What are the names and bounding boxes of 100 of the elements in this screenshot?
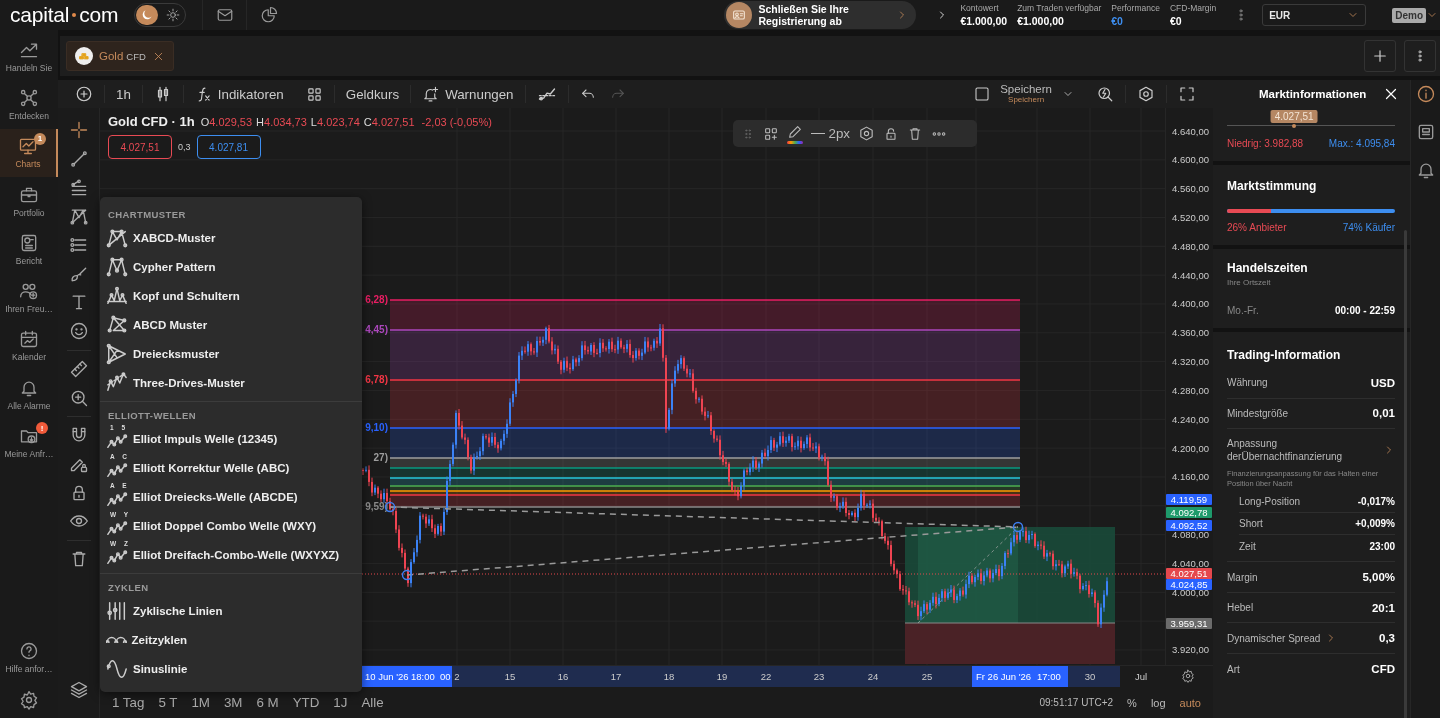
fibonacci-level-label: 9,10) [365,422,388,433]
settings-icon [19,690,39,710]
select-checkbox[interactable] [974,86,991,102]
nav-item[interactable]: Kalender [0,321,58,371]
help-button[interactable]: Hilfe anfor… [5,632,53,682]
sell-button[interactable]: 4.027,51 [108,135,172,159]
pattern-icon [68,206,89,227]
scale-toggle[interactable]: log [1150,696,1166,709]
high-price: Max.: 4.095,84 [1328,138,1395,149]
sellers-share: 26% Anbieter [1227,222,1287,233]
bell-plus-icon [422,85,440,103]
range-button[interactable]: Alle [361,695,384,710]
time-label: 17:00 [1037,670,1061,684]
nav-item[interactable]: Ihren Freu… [0,273,58,322]
settings-icon [1137,85,1155,103]
id-card-icon [731,7,748,23]
sun-icon [166,8,181,22]
price-tag: 4.092,78 [1166,507,1212,519]
add-button[interactable] [75,85,93,103]
fibonacci-level-label: 27) [373,452,388,463]
scale-toggle[interactable]: % [1127,696,1137,709]
more-button[interactable] [1404,40,1436,72]
clock: 09:51:17 UTC+2 [1039,697,1114,708]
save-button[interactable]: Speichern Speichern [1000,83,1052,105]
section-title: Handelszeiten [1227,261,1309,275]
currency-select[interactable]: EUR [1262,4,1367,26]
nav-item[interactable]: Alle Alarme [0,370,58,419]
info-label: Margin [1227,571,1258,583]
menu-item[interactable]: ABCD Muster [100,310,362,339]
menu-item[interactable]: Sinuslinie [100,654,362,683]
info-label: Währung [1227,377,1268,389]
range-button[interactable]: YTD [292,695,320,710]
buy-button[interactable]: 4.027,81 [196,135,261,159]
info-value: CFD [1371,663,1395,675]
nav-item[interactable]: Entdecken [0,80,58,129]
ohlc-value: H4.034,73 [256,116,307,128]
quick-search-button[interactable] [1096,85,1114,103]
menu-item[interactable]: XABCD-Muster [100,223,362,252]
plus-icon [1371,47,1389,65]
info-label: Art [1227,663,1240,675]
interval-button[interactable]: 1h [116,86,131,102]
trash-icon[interactable] [907,125,923,142]
nav-item[interactable]: Meine Anfr… ! [0,418,58,467]
time-label: Fr 26 Jun '26 [976,670,1032,684]
range-button[interactable]: 6 M [256,695,279,710]
info-label: Short [1239,518,1263,530]
pie-chart-icon [259,6,278,24]
time-label: 25 [920,670,934,684]
menu-item[interactable]: Dreiecksmuster [100,339,362,368]
add-tab-button[interactable] [1364,40,1396,72]
chart-settings-button[interactable] [1137,85,1155,103]
time-label: 15 [503,670,517,684]
price-type-button[interactable]: Geldkurs [345,86,400,102]
range-button[interactable]: 3M [223,695,243,710]
buyers-share: 74% Käufer [1342,222,1395,233]
fullscreen-button[interactable] [1178,85,1196,103]
nav-item[interactable]: Portfolio [0,176,58,226]
scale-toggle[interactable]: auto [1179,696,1201,709]
menu-item[interactable]: Cypher Pattern [100,252,362,281]
time-label: 18:00 [411,670,435,684]
stat-label: Zum Traden verfügbar [1017,3,1102,13]
price-tag: 4.092,52 [1166,520,1212,532]
charts-icon [18,136,38,157]
spread-value: 0,3 [178,142,191,152]
range-button[interactable]: 1M [191,695,210,710]
xabcd-icon [106,226,128,249]
fib-icon [68,177,89,198]
time-label: 30 [1083,670,1097,684]
range-button[interactable]: 1 Tag [112,695,145,710]
unlock-icon[interactable] [883,125,899,142]
range-button[interactable]: 5 T [158,695,178,710]
price-label: 4.440,00 [1172,269,1209,281]
nav-item[interactable]: Handeln Sie [0,32,58,81]
menu-item[interactable]: Zeitzyklen [100,625,362,654]
layout-button[interactable] [305,85,323,103]
nav-item[interactable]: Bericht [0,225,58,274]
fullscreen-icon [1178,85,1196,103]
menu-item[interactable]: Three-Drives-Muster [100,368,362,397]
axis-settings-button[interactable] [1181,669,1195,683]
alerts-button[interactable]: Warnungen [422,85,514,103]
instrument-tab[interactable]: Gold CFD [66,41,174,71]
stat-label: CFD-Margin [1169,3,1217,13]
info-value: -0,017% [1357,496,1395,508]
menu-item[interactable]: Zyklische Linien [100,596,362,625]
grid-plus-icon[interactable] [763,125,779,142]
bolt-search-icon [1096,85,1114,103]
menu-item[interactable]: Kopf und Schultern [100,281,362,310]
range-button[interactable]: 1J [333,695,348,710]
nav-item[interactable]: Charts 1 [0,128,58,177]
registration-banner[interactable]: Schließen Sie Ihre Registrierung ab [724,1,917,29]
indicators-button[interactable]: Indikatoren [194,85,284,103]
settings-icon[interactable] [858,125,875,142]
grid-icon [305,85,323,103]
line-icon [68,149,89,170]
info-label: Anpassung derÜbernachtfinanzierung [1227,437,1344,463]
color-button[interactable] [787,123,803,144]
line-width-button[interactable]: 2px [811,126,850,141]
info-button[interactable] [1415,84,1436,104]
discover-icon [19,87,39,108]
menu-heading: ELLIOTT-WELLEN [107,409,197,423]
